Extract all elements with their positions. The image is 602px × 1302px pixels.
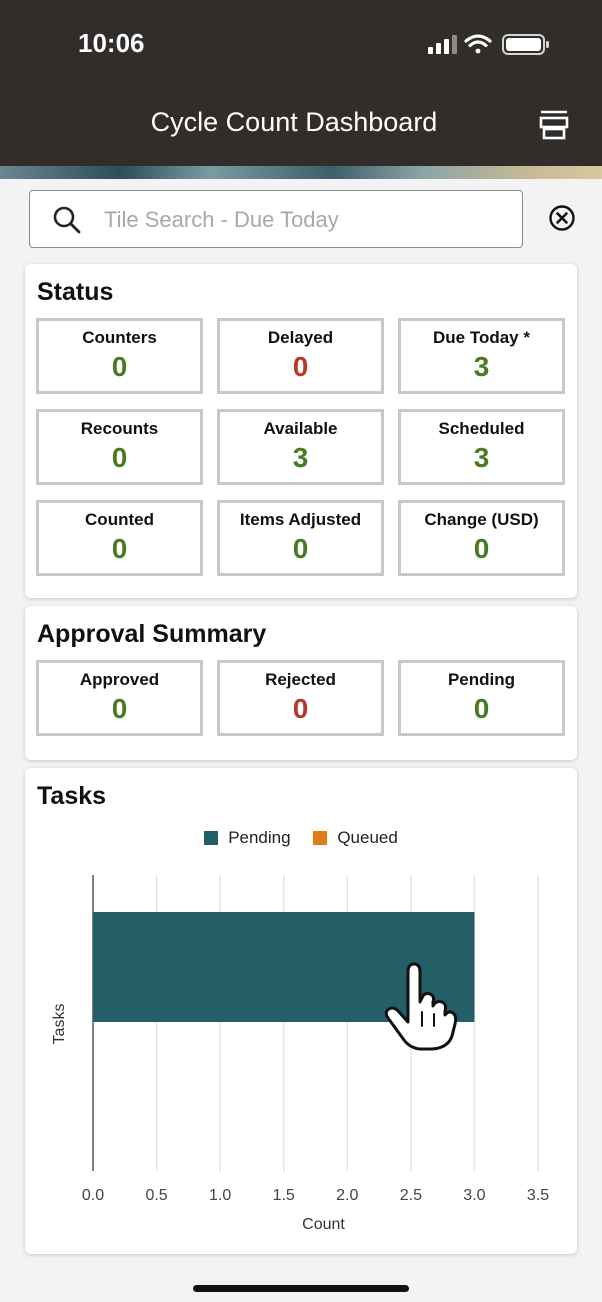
tile-delayed[interactable]: Delayed 0	[217, 318, 384, 394]
tile-label: Delayed	[267, 328, 334, 347]
tile-value: 3	[473, 351, 490, 382]
filter-icon[interactable]	[538, 109, 570, 141]
x-tick-label: 2.0	[336, 1187, 358, 1204]
search-icon	[53, 206, 81, 234]
tile-pending[interactable]: Pending 0	[398, 660, 565, 736]
hand-pointer-cursor	[384, 962, 458, 1051]
tasks-bar-chart: 0.0 0.5 1.0 1.5 2.0 2.5 3.0 3.5 Count Tasks	[51, 875, 549, 1233]
status-card-title: Status	[37, 278, 114, 306]
tile-search[interactable]	[29, 190, 523, 248]
tile-value: 0	[111, 351, 128, 382]
x-tick-label: 3.5	[527, 1187, 549, 1204]
tile-label: Counted	[85, 510, 154, 529]
tile-approved[interactable]: Approved 0	[36, 660, 203, 736]
tile-items-adjusted[interactable]: Items Adjusted 0	[217, 500, 384, 576]
search-input[interactable]	[102, 201, 506, 239]
y-axis-label: Tasks	[51, 1004, 68, 1045]
tile-recounts[interactable]: Recounts 0	[36, 409, 203, 485]
tile-value: 0	[111, 533, 128, 564]
page-title: Cycle Count Dashboard	[150, 107, 438, 137]
x-tick-label: 3.0	[463, 1187, 485, 1204]
x-tick-label: 1.0	[209, 1187, 231, 1204]
tile-change-usd[interactable]: Change (USD) 0	[398, 500, 565, 576]
home-indicator	[193, 1285, 409, 1292]
tile-due-today[interactable]: Due Today * 3	[398, 318, 565, 394]
tile-value: 0	[292, 533, 309, 564]
status-card: Status Counters 0 Delayed 0 Due Today * …	[25, 264, 577, 598]
tile-label: Rejected	[265, 670, 336, 689]
x-tick-label: 0.0	[82, 1187, 104, 1204]
approval-summary-card: Approval Summary Approved 0 Rejected 0 P…	[25, 606, 577, 760]
tile-value: 0	[111, 693, 128, 724]
tile-label: Recounts	[80, 419, 159, 438]
x-tick-label: 0.5	[145, 1187, 167, 1204]
wifi-icon	[464, 34, 492, 54]
status-icons	[428, 34, 549, 55]
tile-label: Items Adjusted	[239, 510, 362, 529]
status-time: 10:06	[78, 28, 145, 58]
tile-label: Scheduled	[438, 419, 525, 438]
tile-label: Due Today *	[433, 328, 530, 347]
approval-card-title: Approval Summary	[37, 620, 267, 648]
tile-value: 0	[111, 442, 128, 473]
tile-counted[interactable]: Counted 0	[36, 500, 203, 576]
x-axis-label: Count	[302, 1216, 345, 1233]
tile-label: Pending	[447, 670, 516, 689]
tile-scheduled[interactable]: Scheduled 3	[398, 409, 565, 485]
tile-available[interactable]: Available 3	[217, 409, 384, 485]
tile-value: 0	[473, 693, 490, 724]
clear-search-icon[interactable]	[548, 204, 576, 232]
tile-counters[interactable]: Counters 0	[36, 318, 203, 394]
tile-value: 0	[292, 693, 309, 724]
tile-value: 0	[473, 533, 490, 564]
battery-icon	[502, 34, 549, 55]
tile-label: Approved	[79, 670, 160, 689]
tile-label: Counters	[82, 328, 157, 347]
x-tick-label: 1.5	[273, 1187, 295, 1204]
tasks-card: Tasks Pending Queued 0.0 0.5 1.0 1.5 2.0 2.5 3…	[25, 768, 577, 1254]
app-header: 10:06 Cycle Count Dashboard	[0, 0, 602, 166]
x-tick-label: 2.5	[400, 1187, 422, 1204]
tile-value: 3	[292, 442, 309, 473]
tile-label: Change (USD)	[424, 510, 539, 529]
cellular-signal-icon	[428, 35, 457, 54]
banner-image	[0, 166, 602, 179]
tile-value: 3	[473, 442, 490, 473]
tile-rejected[interactable]: Rejected 0	[217, 660, 384, 736]
tile-label: Available	[263, 419, 338, 438]
tile-value: 0	[292, 351, 309, 382]
